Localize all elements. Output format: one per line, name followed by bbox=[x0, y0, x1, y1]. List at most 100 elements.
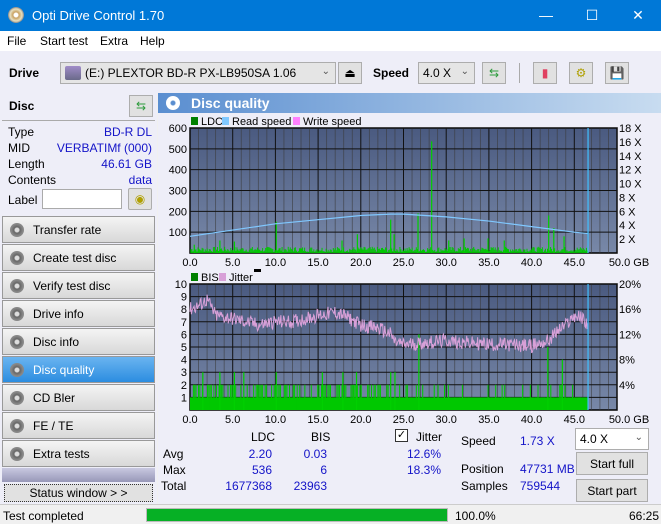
y-tick-label: 3 bbox=[181, 367, 187, 379]
y-tick-label: 600 bbox=[169, 123, 187, 135]
x-tick-label: 30.0 bbox=[435, 257, 456, 269]
total-ldc: 1677368 bbox=[225, 479, 272, 493]
nav-fe-te[interactable]: FE / TE bbox=[2, 412, 155, 439]
disc-contents-row: Contents data bbox=[8, 173, 152, 187]
nav-extra-tests[interactable]: Extra tests bbox=[2, 440, 155, 467]
disc-type-row: Type BD-R DL bbox=[8, 125, 152, 139]
elapsed-time: 66:25 bbox=[629, 509, 660, 523]
app-icon bbox=[8, 7, 24, 23]
legend-jitter: Jitter bbox=[229, 272, 253, 284]
drive-icon bbox=[65, 66, 81, 80]
progress-bar bbox=[146, 508, 448, 522]
nav-label: Disc info bbox=[33, 335, 80, 349]
eject-button[interactable]: ⏏ bbox=[338, 62, 362, 84]
bis-chart: 12345678910 4% 8% 12% 16% 20% 0.0 5.0 10.0 15.0 20… bbox=[175, 279, 649, 426]
status-text: Test completed bbox=[3, 509, 84, 523]
y2-tick-label: 10 X bbox=[619, 179, 642, 191]
sidebar: Disc ⇆ Type BD-R DL MID VERBATIMf (000) Le… bbox=[0, 93, 157, 504]
y2-tick-label: 4 X bbox=[619, 220, 636, 232]
settings-button[interactable]: ⚙ bbox=[569, 62, 593, 84]
save-button[interactable]: 💾 bbox=[605, 62, 629, 84]
drive-label: Drive bbox=[9, 66, 40, 80]
y2-tick-label: 14 X bbox=[619, 151, 642, 163]
status-window-button[interactable]: Status window > > bbox=[4, 484, 153, 502]
nav-cd-bler[interactable]: CD Bler bbox=[2, 384, 155, 411]
x-tick-label: 15.0 bbox=[307, 257, 328, 269]
maximize-button[interactable]: ☐ bbox=[569, 0, 615, 31]
legend-swatch-ldc bbox=[191, 117, 198, 125]
nav-verify-test-disc[interactable]: Verify test disc bbox=[2, 272, 155, 299]
disc-label-input[interactable] bbox=[42, 189, 122, 209]
nav-disc-info[interactable]: Disc info bbox=[2, 328, 155, 355]
test-speed-value: 4.0 X bbox=[580, 432, 609, 446]
nav-disc-quality[interactable]: Disc quality bbox=[2, 356, 155, 383]
x-tick-label: 50.0 GB bbox=[609, 257, 649, 269]
y2-tick-label: 16% bbox=[619, 304, 641, 316]
avg-ldc: 2.20 bbox=[248, 447, 272, 461]
nav-spacer bbox=[2, 468, 155, 482]
x-tick-label: 0.0 bbox=[182, 414, 197, 426]
disc-label-caption: Label bbox=[8, 193, 38, 207]
disc-header: Disc ⇆ bbox=[2, 93, 155, 121]
status-bar: Test completed 100.0% 66:25 bbox=[0, 504, 661, 524]
nav-label: Create test disc bbox=[33, 251, 117, 265]
y-tick-label: 400 bbox=[169, 165, 187, 177]
disc-quality-icon bbox=[166, 96, 180, 110]
y2-tick-label: 16 X bbox=[619, 137, 642, 149]
y2-tick-label: 8% bbox=[619, 355, 635, 367]
speed-select[interactable]: 4.0 X ⌄ bbox=[418, 62, 475, 84]
disc-icon bbox=[10, 363, 24, 377]
row-total-label: Total bbox=[161, 479, 187, 493]
max-jitter: 18.3% bbox=[406, 463, 441, 477]
disc-icon bbox=[10, 391, 24, 405]
y2-tick-label: 8 X bbox=[619, 192, 636, 204]
refresh-button[interactable]: ⇆ bbox=[482, 62, 506, 84]
title-bar: Opti Drive Control 1.70 — ☐ ✕ bbox=[0, 0, 661, 31]
ldc-chart: 100 200 300 400 500 600 2 X 4 X 6 X 8 X10 X 12 X 14… bbox=[169, 123, 650, 269]
start-part-button[interactable]: Start part bbox=[576, 479, 648, 502]
legend-swatch-jitter bbox=[219, 273, 226, 281]
col-bis: BIS bbox=[311, 430, 331, 444]
menu-help[interactable]: Help bbox=[140, 34, 165, 48]
speed-label: Speed bbox=[373, 66, 410, 80]
legend-marker bbox=[254, 269, 261, 272]
disc-label-button[interactable]: ◉ bbox=[128, 188, 152, 210]
speed-select-value: 4.0 X bbox=[423, 66, 452, 80]
x-tick-label: 40.0 bbox=[521, 414, 542, 426]
x-tick-label: 45.0 bbox=[564, 414, 585, 426]
window-title: Opti Drive Control 1.70 bbox=[32, 8, 165, 23]
y-tick-label: 6 bbox=[181, 329, 187, 341]
test-speed-select[interactable]: 4.0 X ⌄ bbox=[575, 428, 649, 450]
erase-button[interactable]: ▮ bbox=[533, 62, 557, 84]
menu-extra[interactable]: Extra bbox=[100, 34, 128, 48]
progress-text: 100.0% bbox=[455, 509, 496, 523]
nav-label: Extra tests bbox=[33, 447, 90, 461]
close-button[interactable]: ✕ bbox=[615, 0, 661, 31]
x-tick-label: 20.0 bbox=[350, 414, 371, 426]
disc-title: Disc bbox=[9, 99, 35, 113]
y-tick-label: 4 bbox=[181, 355, 187, 367]
nav-label: Verify test disc bbox=[33, 279, 111, 293]
jitter-checkbox[interactable]: ✓ bbox=[395, 429, 408, 442]
start-full-button[interactable]: Start full bbox=[576, 452, 648, 475]
x-tick-label: 35.0 bbox=[478, 257, 499, 269]
disc-refresh-button[interactable]: ⇆ bbox=[129, 95, 153, 117]
nav-drive-info[interactable]: Drive info bbox=[2, 300, 155, 327]
menu-start-test[interactable]: Start test bbox=[40, 34, 88, 48]
total-bis: 23963 bbox=[293, 479, 327, 493]
menu-file[interactable]: File bbox=[7, 34, 26, 48]
minimize-button[interactable]: — bbox=[523, 0, 569, 31]
y-tick-label: 300 bbox=[169, 186, 187, 198]
y2-tick-label: 12 X bbox=[619, 165, 642, 177]
nav-create-test-disc[interactable]: Create test disc bbox=[2, 244, 155, 271]
disc-quality-panel: Disc quality LDC Read speed Write speed … bbox=[158, 93, 661, 504]
nav-transfer-rate[interactable]: Transfer rate bbox=[2, 216, 155, 243]
y-tick-label: 5 bbox=[181, 342, 187, 354]
disc-length-row: Length 46.61 GB bbox=[8, 157, 152, 171]
toolbar-divider bbox=[519, 63, 520, 83]
disc-contents-label: Contents bbox=[8, 173, 57, 187]
disc-icon bbox=[10, 279, 24, 293]
menu-bar: File Start test Extra Help bbox=[0, 31, 661, 51]
drive-select[interactable]: (E:) PLEXTOR BD-R PX-LB950SA 1.06 ⌄ bbox=[60, 62, 336, 84]
col-ldc: LDC bbox=[251, 430, 276, 444]
